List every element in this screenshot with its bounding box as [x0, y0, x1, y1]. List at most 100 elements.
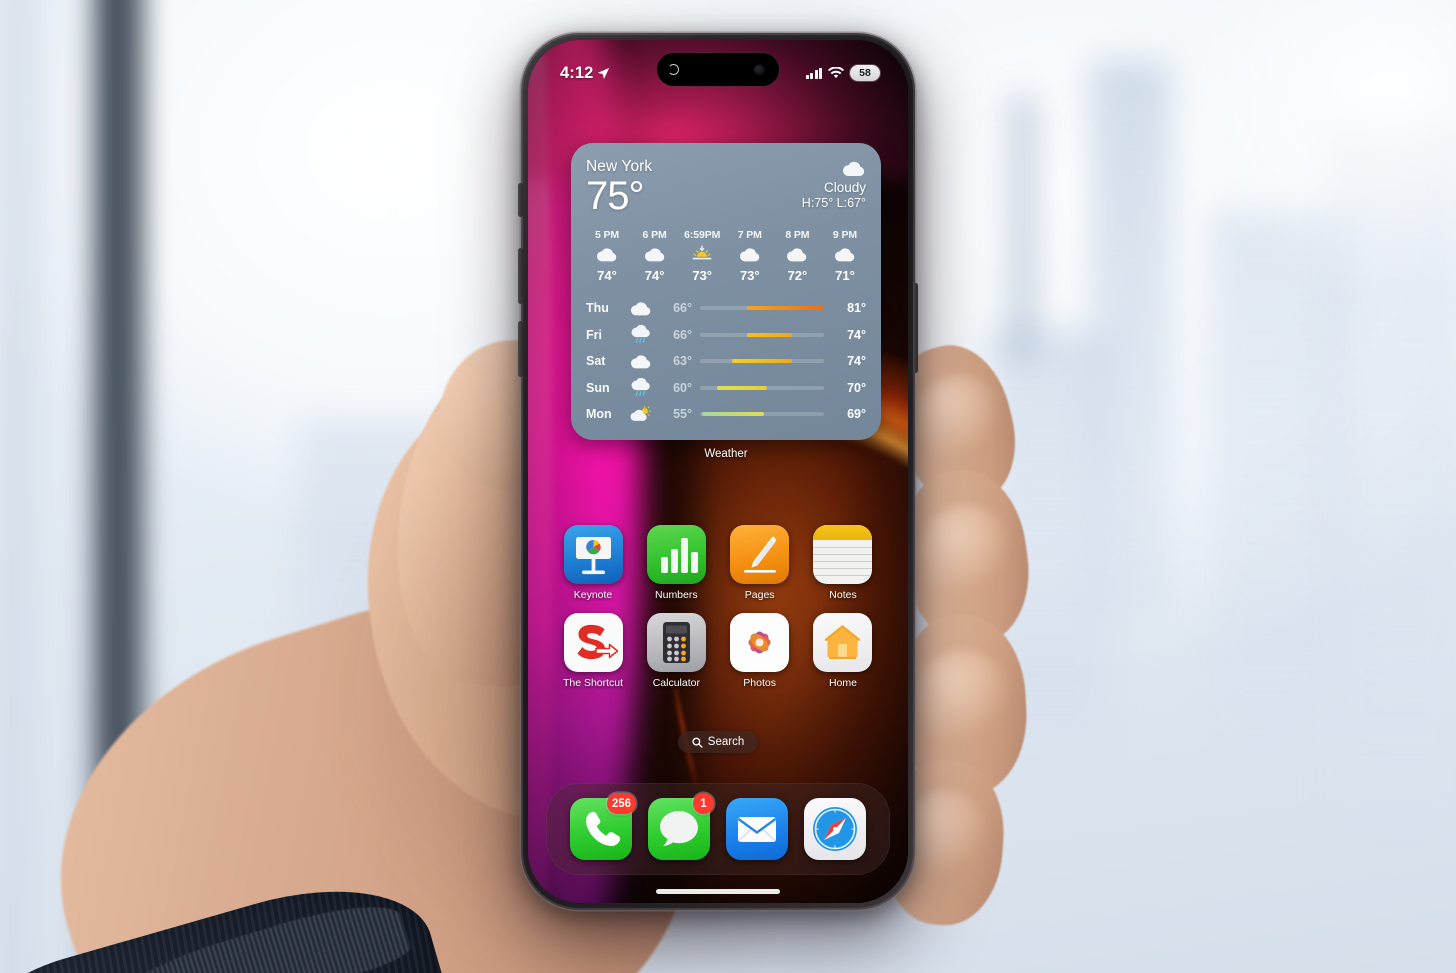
island-activity-icon [668, 64, 679, 75]
daily-high-temp: 74° [847, 327, 866, 342]
app-label: The Shortcut [562, 677, 624, 689]
daily-forecast-row: Mon 55° 69° [586, 401, 866, 428]
action-button[interactable] [518, 183, 523, 217]
daily-low-temp: 66° [673, 301, 692, 316]
app-calculator[interactable]: Calculator [638, 613, 714, 689]
notes-icon[interactable] [813, 525, 873, 584]
mail-icon[interactable] [726, 798, 788, 860]
weather-widget[interactable]: New York 75° Cloudy H:75° L:67° 5 PM 74° 6… [571, 143, 881, 440]
weather-widget-container[interactable]: New York 75° Cloudy H:75° L:67° 5 PM 74° 6… [571, 143, 881, 460]
daily-forecast-row: Thu 66° 81° [586, 295, 866, 322]
calculator-icon[interactable] [646, 613, 706, 672]
daily-temp-range-track [700, 385, 824, 390]
daily-high-temp: 69° [847, 407, 866, 422]
iphone-device: 4:12 58 New York 75° Cloudy H:75° L:67° … [518, 33, 918, 910]
app-row: The Shortcut Calculator Photos Home [555, 613, 881, 689]
status-bar-left: 4:12 [560, 64, 610, 83]
home-icon[interactable] [813, 613, 873, 672]
app-home[interactable]: Home [805, 613, 881, 689]
app-label: Notes [829, 589, 857, 601]
photos-icon[interactable] [730, 613, 790, 672]
hourly-temp: 74° [597, 268, 617, 284]
volume-up-button[interactable] [518, 248, 523, 304]
hourly-forecast-item: 8 PM 72° [778, 229, 816, 283]
sunset-icon [691, 245, 713, 264]
dock-app-safari[interactable] [804, 798, 866, 860]
dynamic-island[interactable] [657, 53, 779, 86]
cloud-icon [644, 245, 666, 264]
home-indicator[interactable] [656, 889, 780, 894]
hourly-time: 8 PM [785, 229, 810, 242]
safari-icon[interactable] [804, 798, 866, 860]
daily-temp-range-fill [747, 306, 824, 311]
cloud-icon [739, 245, 761, 264]
volume-down-button[interactable] [518, 321, 523, 377]
daily-low-temp: 55° [673, 407, 692, 422]
shortcut-icon[interactable] [563, 613, 623, 672]
status-time: 4:12 [560, 63, 594, 82]
knuckle-highlight [915, 375, 1001, 465]
app-label: Home [828, 677, 857, 689]
notification-badge: 256 [606, 793, 636, 814]
phone-screen[interactable]: 4:12 58 New York 75° Cloudy H:75° L:67° … [528, 40, 908, 903]
hourly-forecast-item: 6 PM 74° [636, 229, 674, 283]
daily-temp-range-track [700, 306, 824, 311]
daily-day-label: Sat [586, 354, 606, 369]
app-keynote[interactable]: Keynote [555, 525, 631, 601]
hourly-time: 9 PM [832, 229, 858, 242]
hourly-time: 5 PM [594, 229, 620, 242]
search-label: Search [707, 736, 745, 748]
keynote-icon[interactable] [563, 525, 623, 584]
weather-header: New York 75° Cloudy H:75° L:67° [586, 158, 866, 216]
hourly-temp: 71° [835, 268, 855, 284]
daily-low-temp: 66° [673, 327, 692, 342]
daily-low-temp: 60° [673, 380, 692, 395]
notification-badge: 1 [693, 793, 714, 814]
daily-forecast-row: Fri 66° 74° [586, 322, 866, 349]
power-button[interactable] [913, 283, 918, 373]
daily-forecast-row: Sun 60° 70° [586, 375, 866, 402]
weather-condition: Cloudy [823, 180, 866, 195]
app-notes[interactable]: Notes [805, 525, 881, 601]
app-numbers[interactable]: Numbers [638, 525, 714, 601]
app-photos[interactable]: Photos [722, 613, 798, 689]
daily-day-label: Thu [586, 301, 609, 316]
daily-high-temp: 70° [847, 380, 866, 395]
hourly-time: 6 PM [642, 229, 667, 242]
hourly-temp: 73° [692, 268, 713, 284]
partly-sunny-icon [626, 405, 656, 424]
cellular-bars-icon [806, 67, 822, 79]
hourly-temp: 72° [787, 268, 808, 284]
rain-cloud-icon [626, 325, 656, 344]
front-camera-icon [754, 64, 765, 75]
hourly-forecast-item: 7 PM 73° [731, 229, 769, 283]
dock-app-messages[interactable]: 1 [648, 793, 714, 860]
app-the-shortcut[interactable]: The Shortcut [555, 613, 631, 689]
hourly-temp: 74° [644, 268, 665, 284]
search-button[interactable]: Search [677, 731, 759, 753]
numbers-icon[interactable] [646, 525, 706, 584]
daily-day-label: Fri [586, 327, 602, 342]
daily-temp-range-fill [702, 412, 765, 417]
daily-high-temp: 81° [847, 301, 866, 316]
dock-app-phone[interactable]: 256 [570, 793, 636, 860]
app-row: Keynote Numbers Pages Notes [555, 525, 881, 601]
app-label: Photos [743, 677, 776, 689]
pages-icon[interactable] [730, 525, 790, 584]
daily-temp-range-track [700, 359, 824, 364]
location-arrow-icon [598, 67, 610, 79]
daily-low-temp: 63° [673, 354, 692, 369]
cloud-icon [834, 245, 856, 264]
cloud-icon [786, 245, 808, 264]
app-label: Keynote [573, 589, 613, 601]
knuckle-highlight [915, 650, 1011, 748]
weather-location-block: New York 75° [586, 158, 652, 216]
daily-forecast-row: Sat 63° 74° [586, 348, 866, 375]
weather-city: New York [586, 158, 653, 175]
dock-app-mail[interactable] [726, 798, 788, 860]
daily-day-label: Mon [586, 407, 612, 422]
hourly-forecast-item: 6:59PM 73° [683, 229, 721, 283]
hourly-forecast-item: 9 PM 71° [826, 229, 864, 283]
wifi-icon [828, 67, 844, 79]
app-pages[interactable]: Pages [722, 525, 798, 601]
